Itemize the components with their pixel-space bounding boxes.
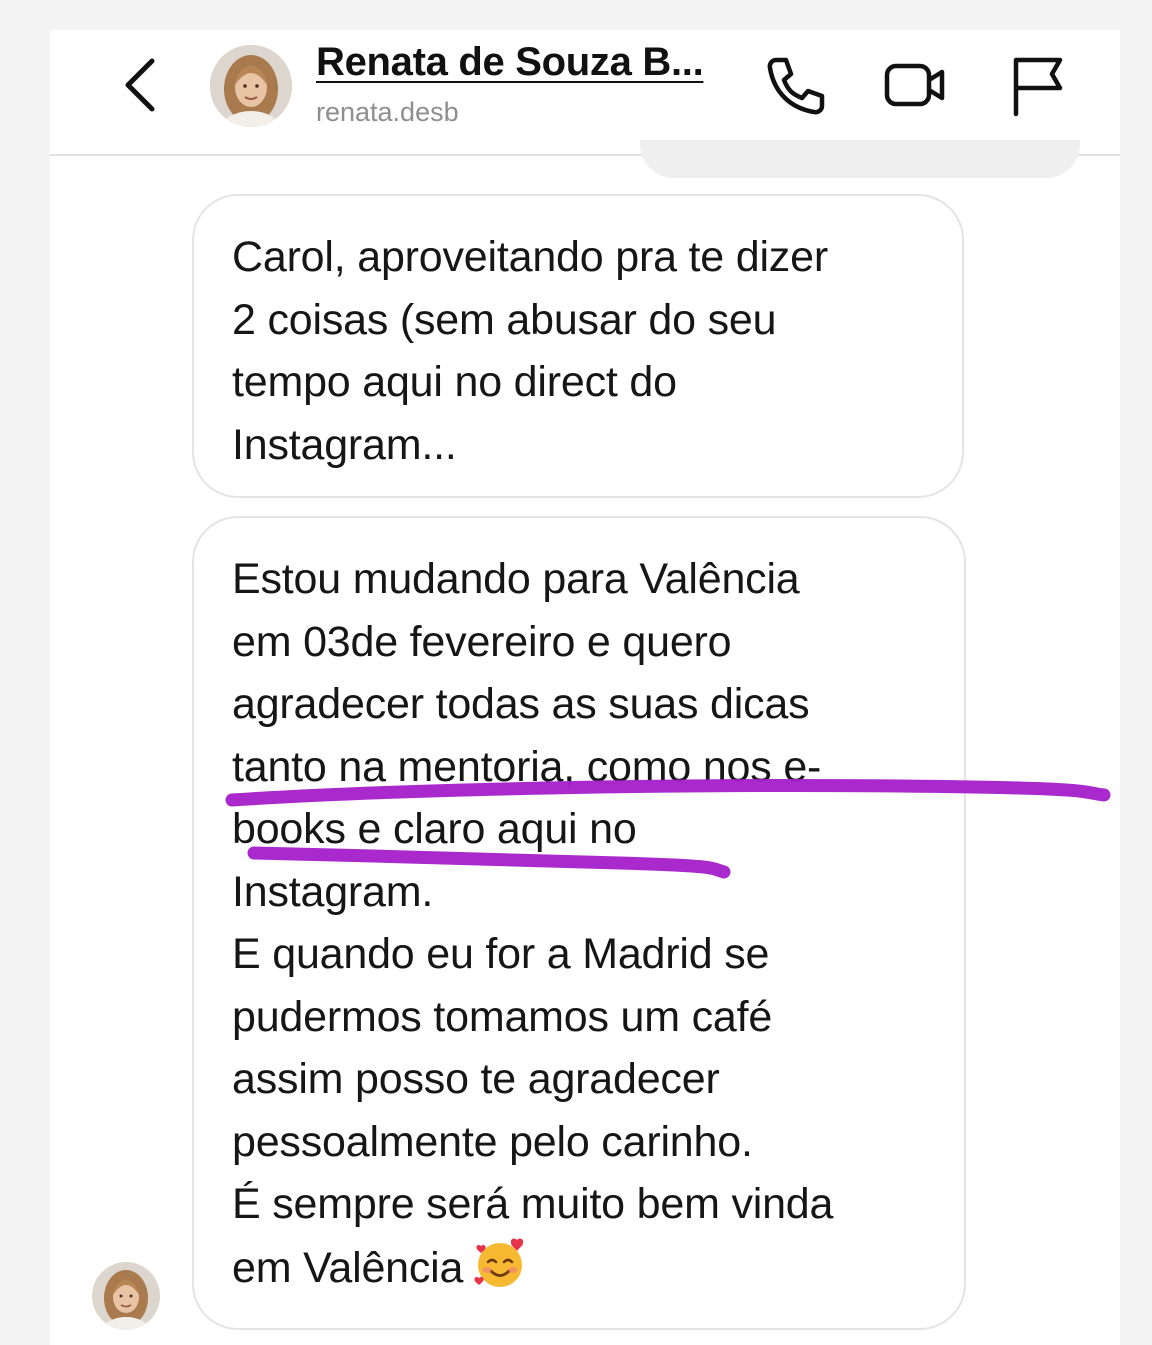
message-line: E quando eu for a Madrid se bbox=[232, 930, 770, 978]
flag-icon bbox=[1013, 57, 1063, 117]
message-line: Instagram. bbox=[232, 867, 434, 916]
smiling-face-with-hearts-icon bbox=[474, 1238, 524, 1287]
message-line: tempo aqui no direct do bbox=[232, 358, 677, 406]
avatar-photo bbox=[210, 45, 292, 127]
message-line: É sempre será muito bem vinda bbox=[232, 1180, 834, 1228]
message-line: books e claro aqui no bbox=[232, 805, 637, 853]
phone-icon bbox=[767, 57, 825, 115]
message-bubble[interactable]: Carol, aproveitando pra te dizer 2 coisa… bbox=[192, 194, 964, 498]
message-line: agradecer todas as suas dicas bbox=[232, 680, 810, 728]
message-line-last: em Valência bbox=[232, 1236, 926, 1300]
message-line: tanto na mentoria, como nos e- bbox=[232, 742, 822, 791]
previous-message-bubble bbox=[640, 140, 1080, 178]
message-line: Estou mudando para Valência bbox=[232, 555, 800, 603]
contact-username: renata.desb bbox=[316, 97, 459, 127]
message-line: Instagram... bbox=[232, 420, 457, 469]
message-line: assim posso te agradecer bbox=[232, 1055, 720, 1103]
message-line: pessoalmente pelo carinho. bbox=[232, 1117, 753, 1166]
contact-avatar[interactable] bbox=[210, 45, 292, 127]
video-camera-icon bbox=[884, 63, 945, 107]
message-line: pudermos tomamos um café bbox=[232, 992, 773, 1041]
sender-avatar[interactable] bbox=[92, 1262, 160, 1330]
contact-name[interactable]: Renata de Souza B... bbox=[316, 40, 704, 85]
back-button[interactable] bbox=[120, 55, 164, 115]
phone-call-button[interactable] bbox=[762, 52, 828, 118]
message-line: Carol, aproveitando pra te dizer bbox=[232, 233, 828, 281]
chevron-left-icon bbox=[125, 58, 155, 112]
message-line: em 03de fevereiro e quero bbox=[232, 617, 732, 666]
video-call-button[interactable] bbox=[882, 52, 948, 118]
avatar-photo bbox=[92, 1262, 160, 1330]
message-line: 2 coisas (sem abusar do seu bbox=[232, 295, 777, 344]
message-text: em Valência bbox=[232, 1243, 464, 1292]
instagram-dm-screen: Renata de Souza B... renata.desb Carol, … bbox=[0, 0, 1152, 1345]
report-button[interactable] bbox=[1004, 52, 1070, 118]
message-bubble[interactable]: Estou mudando para Valência em 03de feve… bbox=[192, 516, 966, 1330]
